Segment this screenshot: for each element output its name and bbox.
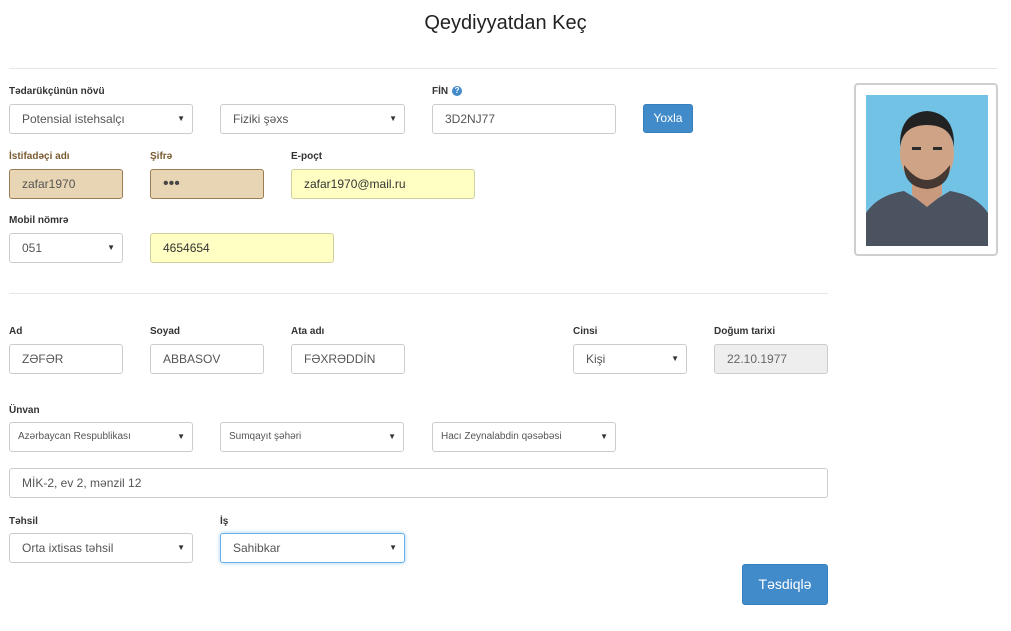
chevron-down-icon: ▼ (600, 432, 608, 441)
work-value: Sahibkar (233, 541, 281, 555)
country-select[interactable]: Azərbaycan Respublikası ▼ (9, 422, 193, 452)
person-type-value: Fiziki şəxs (233, 112, 289, 126)
submit-button[interactable]: Təsdiqlə (742, 564, 828, 605)
mobile-prefix-value: 051 (22, 241, 43, 255)
mobile-number-input[interactable]: 4654654 (150, 233, 334, 263)
top-divider (9, 68, 997, 69)
father-name-label: Ata adı (291, 326, 325, 337)
street-address-input[interactable]: MİK-2, ev 2, mənzil 12 (9, 468, 828, 498)
chevron-down-icon: ▼ (671, 354, 679, 363)
mobile-prefix-select[interactable]: 051 ▼ (9, 233, 123, 263)
education-label: Təhsil (9, 516, 38, 527)
country-value: Azərbaycan Respublikası (18, 431, 131, 442)
work-select[interactable]: Sahibkar ▼ (220, 533, 405, 563)
work-label: İş (220, 516, 229, 527)
username-label: İstifadəçi adı (9, 151, 70, 162)
chevron-down-icon: ▼ (177, 114, 185, 123)
settlement-select[interactable]: Hacı Zeynalabdin qəsəbəsi ▼ (432, 422, 616, 452)
gender-value: Kişi (586, 352, 606, 366)
chevron-down-icon: ▼ (107, 243, 115, 252)
username-input[interactable]: zafar1970 (9, 169, 123, 199)
city-select[interactable]: Sumqayıt şəhəri ▼ (220, 422, 404, 452)
fin-label: FİN? (432, 86, 463, 97)
chevron-down-icon: ▼ (389, 114, 397, 123)
fin-input[interactable]: 3D2NJ77 (432, 104, 616, 134)
password-input[interactable]: ••• (150, 169, 264, 199)
name-label: Ad (9, 326, 23, 337)
name-input[interactable]: ZƏFƏR (9, 344, 123, 374)
supplier-type-label: Tədarükçünün növü (9, 86, 105, 97)
surname-input[interactable]: ABBASOV (150, 344, 264, 374)
chevron-down-icon: ▼ (389, 543, 397, 552)
chevron-down-icon: ▼ (388, 432, 396, 441)
profile-photo-frame (854, 83, 998, 256)
gender-select[interactable]: Kişi ▼ (573, 344, 687, 374)
email-input[interactable]: zafar1970@mail.ru (291, 169, 475, 199)
city-value: Sumqayıt şəhəri (229, 431, 302, 442)
supplier-type-select[interactable]: Potensial istehsalçı ▼ (9, 104, 193, 134)
help-icon[interactable]: ? (452, 86, 463, 96)
chevron-down-icon: ▼ (177, 432, 185, 441)
email-label: E-poçt (291, 151, 323, 162)
education-value: Orta ixtisas təhsil (22, 541, 114, 555)
password-label: Şifrə (150, 151, 173, 162)
mobile-label: Mobil nömrə (9, 215, 69, 226)
address-label: Ünvan (9, 405, 40, 416)
gender-label: Cinsi (573, 326, 598, 337)
fin-label-text: FİN (432, 86, 449, 97)
education-select[interactable]: Orta ixtisas təhsil ▼ (9, 533, 193, 563)
person-type-select[interactable]: Fiziki şəxs ▼ (220, 104, 405, 134)
settlement-value: Hacı Zeynalabdin qəsəbəsi (441, 431, 562, 442)
chevron-down-icon: ▼ (177, 543, 185, 552)
father-name-input[interactable]: FƏXRƏDDİN (291, 344, 405, 374)
birth-date-input[interactable]: 22.10.1977 (714, 344, 828, 374)
supplier-type-value: Potensial istehsalçı (22, 112, 125, 126)
birth-date-label: Doğum tarixi (714, 326, 776, 337)
avatar (866, 95, 988, 246)
section-divider (9, 293, 828, 294)
surname-label: Soyad (150, 326, 181, 337)
page-title: Qeydiyyatdan Keç (424, 12, 587, 34)
check-button[interactable]: Yoxla (643, 104, 693, 133)
